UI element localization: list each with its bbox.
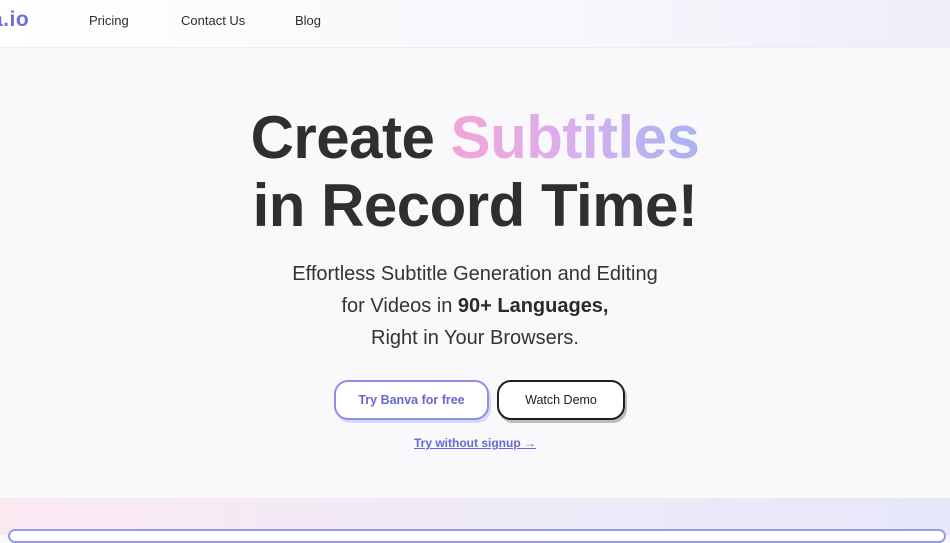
subtitle-languages-count: 90+ Languages, [457,295,609,317]
nav-link-contact-us[interactable]: Contact Us [181,13,245,28]
top-navbar: a.io Pricing Contact Us Blog [0,0,950,48]
hero-title-plain: Create [250,104,435,171]
logo[interactable]: a.io [0,8,29,32]
try-without-signup-container: Try without signup → [0,436,950,450]
nav-link-blog[interactable]: Blog [295,13,321,28]
try-for-free-button[interactable]: Try Banva for free [334,380,489,420]
hero-title-highlight: Subtitles [450,104,700,171]
hero-subtitle-line-3: Right in Your Browsers. [371,327,579,349]
logo-text: a.io [0,8,30,31]
try-without-signup-link[interactable]: Try without signup → [414,436,536,450]
nav-link-pricing[interactable]: Pricing [89,13,129,28]
hero-subtitle-line-2: for Videos in 90+ Languages, [0,296,950,316]
bottom-preview-card [8,529,946,543]
hero-subtitle-line-1: Effortless Subtitle Generation and Editi… [292,263,658,285]
subtitle-plain: for Videos in [341,295,453,317]
watch-demo-button[interactable]: Watch Demo [497,380,625,420]
hero-title-line-1: Create Subtitles [0,108,950,168]
hero-title-line-2: in Record Time! [252,172,698,239]
